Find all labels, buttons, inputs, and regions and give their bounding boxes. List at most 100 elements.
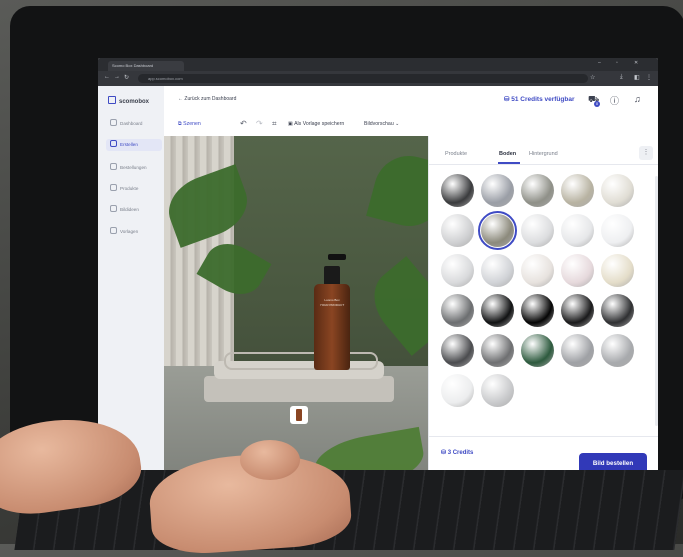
bag-icon bbox=[110, 163, 117, 170]
floor-swatch-soft-grey[interactable] bbox=[481, 374, 514, 407]
bottle-product-name: YOUR PRODUCT bbox=[319, 303, 345, 307]
bottle-neck bbox=[324, 266, 340, 286]
minimize-icon[interactable]: – bbox=[598, 60, 601, 66]
bottle-pump bbox=[328, 254, 346, 260]
floor-swatch-warm-white[interactable] bbox=[521, 254, 554, 287]
floor-swatch-mosaic[interactable] bbox=[601, 334, 634, 367]
floor-swatch-marble-grey[interactable] bbox=[521, 174, 554, 207]
download-icon[interactable]: ⤓ bbox=[620, 74, 623, 81]
credits-label: 51 Credits verfügbar bbox=[511, 96, 575, 103]
layers-icon bbox=[110, 227, 117, 234]
panel-scrollbar[interactable] bbox=[655, 176, 658, 426]
address-row: ← → ↻ app.scomobox.com ☆ ⤓ ◧ ⋮ bbox=[98, 71, 658, 86]
logo-mark-icon bbox=[108, 96, 116, 104]
editor-toolbar: ⧉ Szenen ↶ ↷ ⌗ ▣ Als Vorlage speichern B… bbox=[164, 114, 658, 137]
floor-swatch-dark-granite[interactable] bbox=[441, 174, 474, 207]
sidebar-item-erstellen[interactable]: Erstellen bbox=[106, 139, 162, 151]
back-to-dashboard-link[interactable]: ← Zurück zum Dashboard bbox=[178, 96, 236, 102]
forward-arrow-icon[interactable]: → bbox=[114, 74, 120, 80]
floor-swatch-mist[interactable] bbox=[481, 254, 514, 287]
floor-swatch-white-stone[interactable] bbox=[521, 214, 554, 247]
scene-canvas[interactable]: Loomo Box YOUR PRODUCT bbox=[164, 136, 428, 488]
sidebar-item-produkte[interactable]: Produkte bbox=[106, 183, 162, 195]
sidebar-item-label: Dashboard bbox=[120, 121, 143, 126]
order-credits: ⛁ 3 Credits bbox=[441, 449, 473, 456]
browser-tab[interactable]: Scomo Box Dashboard bbox=[108, 61, 184, 71]
bottle-label: Loomo Box YOUR PRODUCT bbox=[318, 298, 346, 308]
floor-swatch-grey-stone[interactable] bbox=[481, 174, 514, 207]
sidebar-item-label: Erstellen bbox=[120, 142, 138, 147]
credits-available[interactable]: ⛁ 51 Credits verfügbar bbox=[504, 95, 574, 103]
floor-swatch-white-plain[interactable] bbox=[441, 374, 474, 407]
monstera-leaf bbox=[366, 148, 428, 234]
tab-produkte[interactable]: Produkte bbox=[445, 151, 467, 157]
top-bar: ← Zurück zum Dashboard ⛁ 51 Credits verf… bbox=[164, 86, 658, 115]
crop-icon[interactable]: ⌗ bbox=[272, 119, 277, 129]
save-template-label: Als Vorlage speichern bbox=[294, 121, 345, 127]
more-options-button[interactable]: ⋮ bbox=[639, 146, 653, 160]
cart-badge: 0 bbox=[594, 101, 600, 107]
sidebar-item-vorlagen[interactable]: Vorlagen bbox=[106, 226, 162, 238]
plus-icon bbox=[110, 140, 117, 147]
grid-icon bbox=[110, 119, 117, 126]
save-template-button[interactable]: ▣ Als Vorlage speichern bbox=[288, 121, 344, 127]
bell-icon[interactable]: ♫ bbox=[634, 94, 641, 104]
reload-icon[interactable]: ↻ bbox=[124, 74, 129, 81]
app-logo[interactable]: scomobox bbox=[108, 96, 149, 105]
floor-swatch-off-white[interactable] bbox=[601, 214, 634, 247]
sidebar-item-label: Bildideen bbox=[120, 207, 139, 212]
thumbnail-bottle-icon bbox=[296, 409, 302, 421]
floor-swatch-grey-marble[interactable] bbox=[441, 294, 474, 327]
redo-icon[interactable]: ↷ bbox=[256, 119, 263, 128]
floor-swatch-black-tile[interactable] bbox=[601, 294, 634, 327]
monstera-leaf bbox=[360, 256, 428, 356]
close-icon[interactable]: ✕ bbox=[634, 60, 638, 66]
browser-bar: Scomo Box Dashboard – ▫ ✕ ← → ↻ app.scom… bbox=[98, 58, 658, 86]
laptop-screen: Scomo Box Dashboard – ▫ ✕ ← → ↻ app.scom… bbox=[98, 58, 658, 488]
floor-swatch-dark-hex-tile[interactable] bbox=[441, 334, 474, 367]
coins-icon: ⛁ bbox=[441, 450, 448, 456]
sidebar-item-label: Bestellungen bbox=[120, 165, 147, 170]
scenes-label: Szenen bbox=[183, 121, 201, 127]
floor-swatch-concrete-selected[interactable] bbox=[478, 211, 517, 250]
sidebar-item-bildideen[interactable]: Bildideen bbox=[106, 204, 162, 216]
undo-icon[interactable]: ↶ bbox=[240, 119, 247, 128]
bulb-icon bbox=[110, 205, 117, 212]
tab-boden[interactable]: Boden bbox=[499, 151, 516, 157]
floor-swatch-pattern-tile[interactable] bbox=[561, 334, 594, 367]
floor-swatch-ivory[interactable] bbox=[601, 254, 634, 287]
floor-swatch-black-glossy[interactable] bbox=[521, 294, 554, 327]
floor-swatch-sandstone[interactable] bbox=[561, 174, 594, 207]
url-bar[interactable]: app.scomobox.com bbox=[138, 74, 588, 83]
order-credits-label: 3 Credits bbox=[447, 450, 474, 456]
back-arrow-icon[interactable]: ← bbox=[104, 74, 110, 80]
pedestal-ring bbox=[224, 352, 378, 370]
sidebar-item-label: Vorlagen bbox=[120, 229, 139, 234]
extensions-icon[interactable]: ◧ bbox=[634, 74, 640, 81]
floor-swatch-green-checker[interactable] bbox=[521, 334, 554, 367]
help-icon[interactable]: ⓘ bbox=[610, 94, 619, 107]
logo-text: scomobox bbox=[119, 99, 150, 105]
tab-divider bbox=[429, 164, 658, 165]
browser-menu-icon[interactable]: ⋮ bbox=[646, 74, 652, 81]
pedestal-base bbox=[204, 376, 394, 402]
scenes-button[interactable]: ⧉ Szenen bbox=[178, 121, 201, 128]
floor-swatch-light-concrete[interactable] bbox=[441, 214, 474, 247]
floor-swatch-silver-white[interactable] bbox=[441, 254, 474, 287]
floor-swatch-pale-grey[interactable] bbox=[561, 214, 594, 247]
sidebar-item-dashboard[interactable]: Dashboard bbox=[106, 118, 162, 130]
floor-swatch-checkerboard[interactable] bbox=[481, 334, 514, 367]
floor-swatch-cream-plaster[interactable] bbox=[601, 174, 634, 207]
product-bottle[interactable] bbox=[314, 284, 350, 370]
maximize-icon[interactable]: ▫ bbox=[616, 60, 618, 66]
box-icon bbox=[110, 184, 117, 191]
material-panel: Produkte Boden Hintergrund ⋮ ⛁ 3 Credits… bbox=[428, 136, 658, 488]
right-thumb bbox=[240, 440, 300, 480]
bookmark-star-icon[interactable]: ☆ bbox=[590, 74, 595, 81]
sidebar-item-bestellungen[interactable]: Bestellungen bbox=[106, 162, 162, 174]
preview-dropdown[interactable]: Bildvorschau ⌄ bbox=[364, 121, 400, 127]
tab-hintergrund[interactable]: Hintergrund bbox=[529, 151, 558, 157]
floor-swatch-black-stone[interactable] bbox=[561, 294, 594, 327]
floor-swatch-blush[interactable] bbox=[561, 254, 594, 287]
floor-swatch-black-marble[interactable] bbox=[481, 294, 514, 327]
